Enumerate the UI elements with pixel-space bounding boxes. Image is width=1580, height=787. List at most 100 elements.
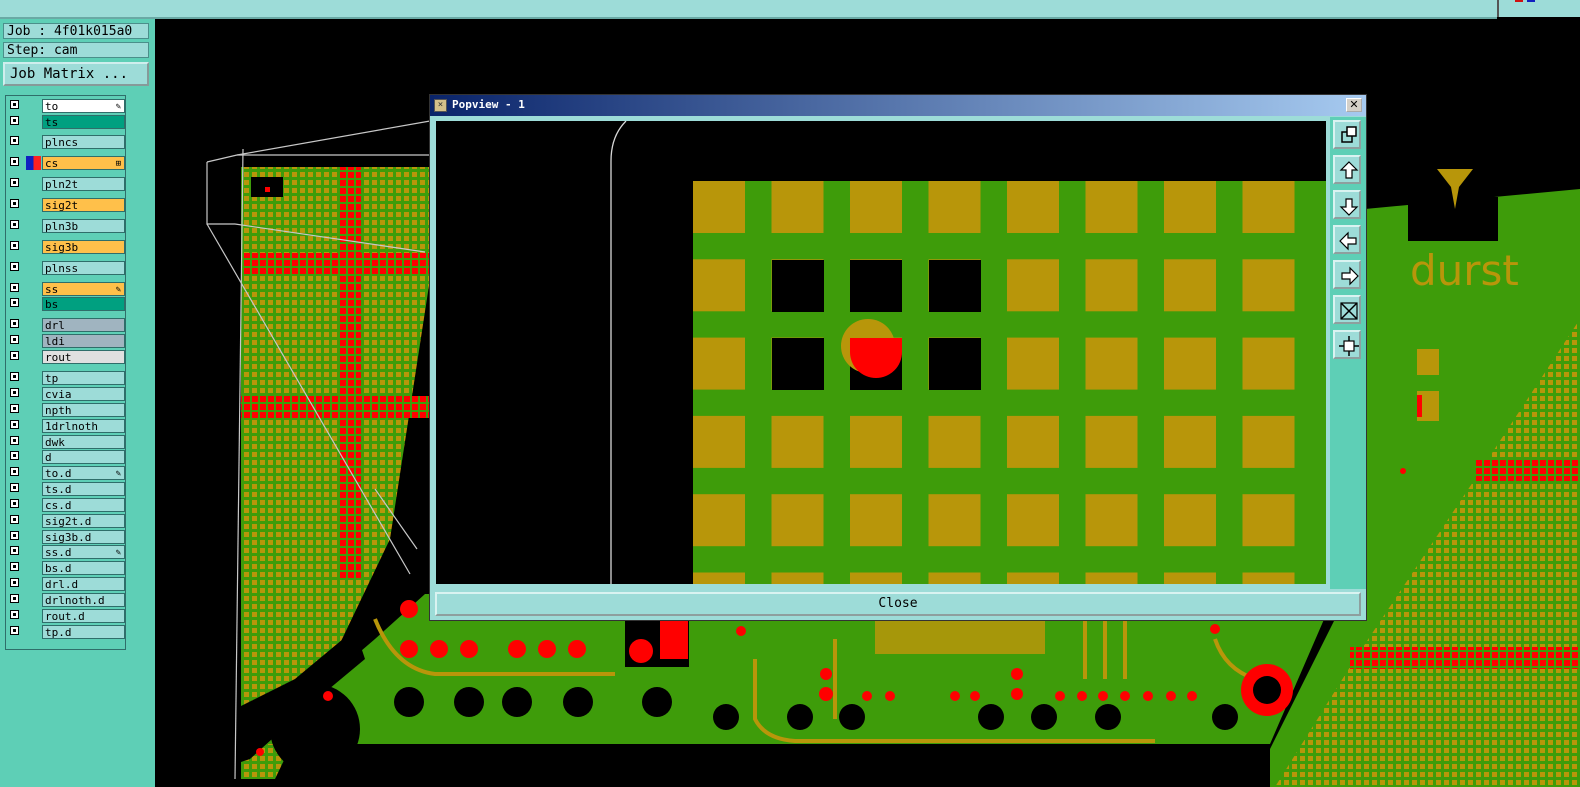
job-matrix-button[interactable]: Job Matrix ... — [3, 62, 149, 86]
layer-row-cs[interactable]: cs ⊞ — [8, 156, 125, 170]
layer-checkbox[interactable] — [10, 578, 19, 587]
layer-name[interactable]: sig2t — [42, 198, 125, 212]
layer-row-sig2t-d[interactable]: sig2t.d — [8, 514, 125, 528]
layer-name[interactable]: ldi — [42, 334, 125, 348]
pan-left-button[interactable] — [1333, 225, 1361, 254]
layer-row-to[interactable]: to ✎ — [8, 99, 125, 113]
layer-checkbox[interactable] — [10, 372, 19, 381]
layer-checkbox[interactable] — [10, 451, 19, 460]
layer-name[interactable]: bs.d — [42, 561, 125, 575]
layer-checkbox[interactable] — [10, 420, 19, 429]
layer-name[interactable]: cvia — [42, 387, 125, 401]
layer-name[interactable]: plncs — [42, 135, 125, 149]
layer-row-drlnoth-d[interactable]: drlnoth.d — [8, 593, 125, 607]
popview-window[interactable]: × Popview - 1 ✕ Close — [429, 94, 1367, 621]
layer-name[interactable]: tp.d — [42, 625, 125, 639]
layer-row-tp-d[interactable]: tp.d — [8, 625, 125, 639]
close-button[interactable]: Close — [435, 592, 1361, 616]
layer-checkbox[interactable] — [10, 178, 19, 187]
layer-row-sig3b-d[interactable]: sig3b.d — [8, 530, 125, 544]
layer-row-d[interactable]: d — [8, 450, 125, 464]
layer-row-pln2t[interactable]: pln2t — [8, 177, 125, 191]
layer-checkbox[interactable] — [10, 319, 19, 328]
layer-checkbox[interactable] — [10, 351, 19, 360]
window-close-button[interactable]: ✕ — [1346, 98, 1362, 112]
layer-checkbox[interactable] — [10, 546, 19, 555]
layer-name[interactable]: 1drlnoth — [42, 419, 125, 433]
layer-row-plncs[interactable]: plncs — [8, 135, 125, 149]
layer-name[interactable]: npth — [42, 403, 125, 417]
layer-name[interactable]: pln3b — [42, 219, 125, 233]
layer-checkbox[interactable] — [10, 626, 19, 635]
layer-checkbox[interactable] — [10, 562, 19, 571]
layer-row-plnss[interactable]: plnss — [8, 261, 125, 275]
layer-name[interactable]: pln2t — [42, 177, 125, 191]
layer-row-bs[interactable]: bs — [8, 297, 125, 311]
layer-name[interactable]: sig3b.d — [42, 530, 125, 544]
layer-checkbox[interactable] — [10, 262, 19, 271]
layer-name[interactable]: bs — [42, 297, 125, 311]
layer-name[interactable]: plnss — [42, 261, 125, 275]
layer-row-drl[interactable]: drl — [8, 318, 125, 332]
layer-color-swatch[interactable] — [26, 156, 41, 170]
popview-titlebar[interactable]: × Popview - 1 ✕ — [430, 95, 1366, 116]
layer-row-ss[interactable]: ss ✎ — [8, 282, 125, 296]
layer-name[interactable]: sig3b — [42, 240, 125, 254]
layer-row-sig3b[interactable]: sig3b — [8, 240, 125, 254]
layer-row-rout-d[interactable]: rout.d — [8, 609, 125, 623]
layer-row-drl-d[interactable]: drl.d — [8, 577, 125, 591]
fit-button[interactable] — [1333, 295, 1361, 324]
layer-name[interactable]: ts — [42, 115, 125, 129]
zoom-in-button[interactable] — [1333, 120, 1361, 149]
layer-name[interactable]: ss ✎ — [42, 282, 125, 296]
layer-name[interactable]: tp — [42, 371, 125, 385]
layer-row-to-d[interactable]: to.d ✎ — [8, 466, 125, 480]
layer-checkbox[interactable] — [10, 220, 19, 229]
layer-row-pln3b[interactable]: pln3b — [8, 219, 125, 233]
layer-name[interactable]: dwk — [42, 435, 125, 449]
layer-name[interactable]: cs.d — [42, 498, 125, 512]
layer-row-ldi[interactable]: ldi — [8, 334, 125, 348]
layer-name[interactable]: drl.d — [42, 577, 125, 591]
layer-row-tp[interactable]: tp — [8, 371, 125, 385]
layer-row-npth[interactable]: npth — [8, 403, 125, 417]
layer-row-ss-d[interactable]: ss.d ✎ — [8, 545, 125, 559]
layer-name[interactable]: drlnoth.d — [42, 593, 125, 607]
layer-checkbox[interactable] — [10, 610, 19, 619]
layer-name[interactable]: ss.d ✎ — [42, 545, 125, 559]
layer-checkbox[interactable] — [10, 499, 19, 508]
layer-checkbox[interactable] — [10, 436, 19, 445]
layer-row-cs-d[interactable]: cs.d — [8, 498, 125, 512]
layer-name[interactable]: to ✎ — [42, 99, 125, 113]
layer-checkbox[interactable] — [10, 100, 19, 109]
layer-checkbox[interactable] — [10, 467, 19, 476]
layer-checkbox[interactable] — [10, 404, 19, 413]
layer-checkbox[interactable] — [10, 136, 19, 145]
layer-name[interactable]: drl — [42, 318, 125, 332]
layer-checkbox[interactable] — [10, 199, 19, 208]
pan-down-button[interactable] — [1333, 190, 1361, 219]
layer-checkbox[interactable] — [10, 515, 19, 524]
layer-row-1drlnoth[interactable]: 1drlnoth — [8, 419, 125, 433]
layer-row-cvia[interactable]: cvia — [8, 387, 125, 401]
pan-up-button[interactable] — [1333, 155, 1361, 184]
layer-checkbox[interactable] — [10, 483, 19, 492]
layer-row-dwk[interactable]: dwk — [8, 435, 125, 449]
layer-checkbox[interactable] — [10, 298, 19, 307]
layer-name[interactable]: rout — [42, 350, 125, 364]
layer-row-sig2t[interactable]: sig2t — [8, 198, 125, 212]
layer-name[interactable]: d — [42, 450, 125, 464]
layer-checkbox[interactable] — [10, 335, 19, 344]
popview-zoom-canvas[interactable] — [436, 121, 1326, 584]
pan-right-button[interactable] — [1333, 260, 1361, 289]
layer-checkbox[interactable] — [10, 241, 19, 250]
layer-checkbox[interactable] — [10, 531, 19, 540]
layer-checkbox[interactable] — [10, 116, 19, 125]
layer-name[interactable]: sig2t.d — [42, 514, 125, 528]
center-button[interactable] — [1333, 330, 1361, 359]
layer-row-ts[interactable]: ts — [8, 115, 125, 129]
layer-checkbox[interactable] — [10, 594, 19, 603]
layer-row-rout[interactable]: rout — [8, 350, 125, 364]
layer-name[interactable]: to.d ✎ — [42, 466, 125, 480]
layer-checkbox[interactable] — [10, 157, 19, 166]
